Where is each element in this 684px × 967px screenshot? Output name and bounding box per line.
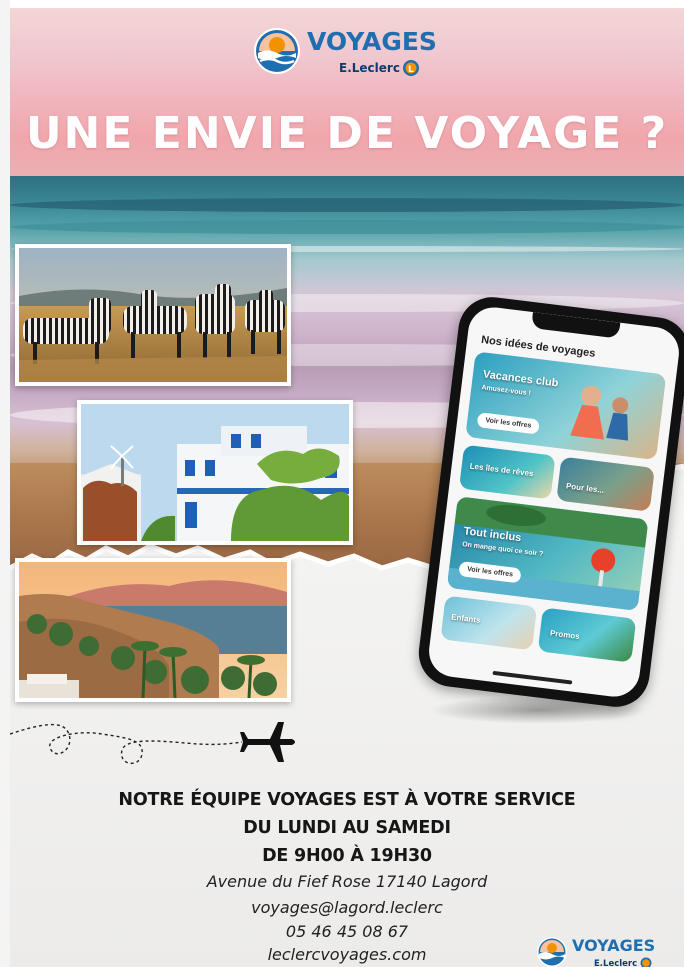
- address: Avenue du Fief Rose 17140 Lagord: [206, 872, 488, 891]
- card-tout-inclus[interactable]: Tout inclus On mange quoi ce soir ? Voir…: [446, 496, 649, 611]
- poster: VOYAGES E.Leclerc L UNE ENVIE DE VOYAGE …: [10, 8, 684, 967]
- info-team-line: NOTRE ÉQUIPE VOYAGES EST À VOTRE SERVICE: [118, 790, 576, 810]
- airplane-icon: [240, 722, 295, 762]
- voyages-logo-bottom-icon: VOYAGES E.Leclerc: [537, 936, 655, 967]
- poster-page: VOYAGES E.Leclerc L UNE ENVIE DE VOYAGE …: [0, 0, 684, 967]
- logo-brand-text: VOYAGES: [307, 27, 437, 56]
- card-promos[interactable]: Promos: [537, 607, 637, 663]
- phone-notch: [531, 312, 621, 339]
- card-iles-de-reves[interactable]: Les îles de rêves: [458, 444, 556, 500]
- phone-screen: Nos idées de voyages Vacances club Amuse…: [426, 304, 682, 700]
- flight-path: [10, 722, 295, 764]
- card-label: Promos: [549, 628, 581, 642]
- svg-text:VOYAGES: VOYAGES: [572, 936, 655, 955]
- headline: UNE ENVIE DE VOYAGE ?: [25, 108, 669, 159]
- phone-mockup: Nos idées de voyages Vacances club Amuse…: [414, 293, 684, 711]
- phone-home-bar: [492, 670, 573, 685]
- svg-text:L: L: [408, 65, 414, 75]
- svg-text:E.Leclerc: E.Leclerc: [339, 61, 400, 75]
- svg-text:E.Leclerc: E.Leclerc: [594, 959, 637, 967]
- photo-zebras: [15, 244, 291, 386]
- voyages-logo-icon: VOYAGES E.Leclerc L: [254, 27, 437, 76]
- card-enfants[interactable]: Enfants: [440, 595, 538, 651]
- photo-white-house: [77, 400, 353, 545]
- card-label: Pour les...: [565, 481, 605, 495]
- info-days-line: DU LUNDI AU SAMEDI: [243, 818, 451, 838]
- email-link[interactable]: voyages@lagord.leclerc: [10, 898, 684, 917]
- card-pour-les[interactable]: Pour les...: [556, 456, 655, 512]
- card-label: Les îles de rêves: [469, 461, 534, 479]
- card-vacances-club[interactable]: Vacances club Amusez-vous ! Voir les off…: [465, 351, 667, 461]
- photo-coastal-sunset: [15, 558, 291, 702]
- card-label: Enfants: [450, 612, 481, 625]
- page-margin: [0, 0, 10, 967]
- info-hours-line: DE 9H00 À 19H30: [262, 846, 432, 866]
